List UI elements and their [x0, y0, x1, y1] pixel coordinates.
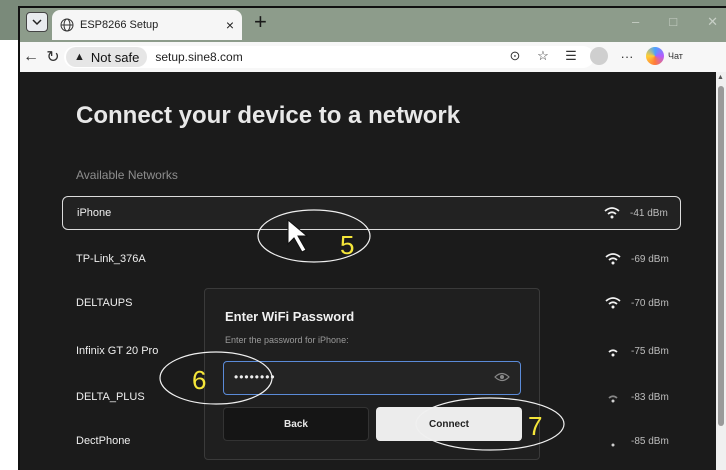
- star-icon[interactable]: ☆: [534, 48, 552, 64]
- url-text: setup.sine8.com: [155, 50, 243, 64]
- browser-tab[interactable]: ESP8266 Setup ×: [52, 10, 242, 40]
- setup-page: Connect your device to a network Availab…: [18, 72, 716, 470]
- connect-button[interactable]: Connect: [376, 407, 522, 441]
- page-title: Connect your device to a network: [76, 102, 461, 129]
- eye-icon[interactable]: [494, 371, 510, 383]
- network-name: iPhone: [77, 207, 112, 219]
- close-window-button[interactable]: ✕: [707, 14, 718, 30]
- step-label-7: 7: [528, 411, 543, 441]
- step-label-5: 5: [340, 230, 355, 260]
- profile-icon[interactable]: [590, 47, 608, 65]
- signal-strength: -75 dBm: [631, 345, 669, 357]
- tab-close-button[interactable]: ×: [226, 17, 234, 33]
- wifi-icon: [605, 253, 621, 265]
- scrollbar[interactable]: ▲: [716, 72, 726, 470]
- new-tab-button[interactable]: +: [254, 11, 267, 33]
- reading-mode-icon[interactable]: ⊙: [506, 48, 524, 64]
- maximize-button[interactable]: □: [669, 14, 677, 30]
- back-arrow-icon[interactable]: ←: [20, 48, 42, 66]
- scroll-thumb[interactable]: [718, 86, 724, 426]
- wifi-icon: [608, 395, 618, 403]
- password-dialog: Enter WiFi Password Enter the password f…: [204, 288, 540, 460]
- network-row[interactable]: TP-Link_376A -69 dBm: [62, 242, 681, 276]
- signal-strength: -69 dBm: [631, 253, 669, 265]
- tab-actions-button[interactable]: [26, 12, 48, 32]
- chevron-down-icon: [32, 19, 42, 26]
- password-value: ••••••••: [234, 370, 276, 384]
- window-controls: – □ ✕: [632, 14, 718, 30]
- signal-strength: -83 dBm: [631, 391, 669, 403]
- network-row[interactable]: iPhone -41 dBm: [62, 196, 681, 230]
- wifi-icon: [605, 297, 621, 309]
- networks-subheading: Available Networks: [76, 168, 178, 182]
- warning-icon: ▲: [74, 51, 85, 63]
- minimize-button[interactable]: –: [632, 14, 639, 30]
- password-input[interactable]: ••••••••: [223, 361, 521, 395]
- dialog-title: Enter WiFi Password: [225, 309, 355, 324]
- address-bar: ← ↻ ▲ Not safe setup.sine8.com ⊙ ☆ ☰ ···…: [18, 42, 726, 72]
- tab-title: ESP8266 Setup: [80, 19, 159, 31]
- globe-icon: [60, 18, 74, 32]
- toolbar-icons: ⊙ ☆ ☰ ··· Чат: [506, 47, 683, 65]
- more-button[interactable]: ···: [618, 49, 636, 64]
- security-indicator[interactable]: ▲ Not safe: [66, 47, 148, 67]
- chat-button[interactable]: Чат: [646, 47, 683, 65]
- reload-icon[interactable]: ↻: [42, 47, 64, 67]
- signal-strength: -85 dBm: [631, 435, 669, 447]
- signal-strength: -41 dBm: [630, 207, 668, 219]
- wifi-icon: [611, 443, 615, 447]
- wifi-icon: [608, 349, 618, 357]
- step-label-6: 6: [192, 365, 207, 395]
- dialog-prompt: Enter the password for iPhone:: [225, 335, 349, 345]
- back-button[interactable]: Back: [223, 407, 369, 441]
- wifi-icon: [604, 207, 620, 219]
- security-label: Not safe: [90, 49, 140, 65]
- copilot-icon: [646, 47, 664, 65]
- favorites-icon[interactable]: ☰: [562, 48, 580, 64]
- chat-label: Чат: [668, 51, 683, 61]
- scroll-up-icon[interactable]: ▲: [717, 74, 724, 81]
- signal-strength: -70 dBm: [631, 297, 669, 309]
